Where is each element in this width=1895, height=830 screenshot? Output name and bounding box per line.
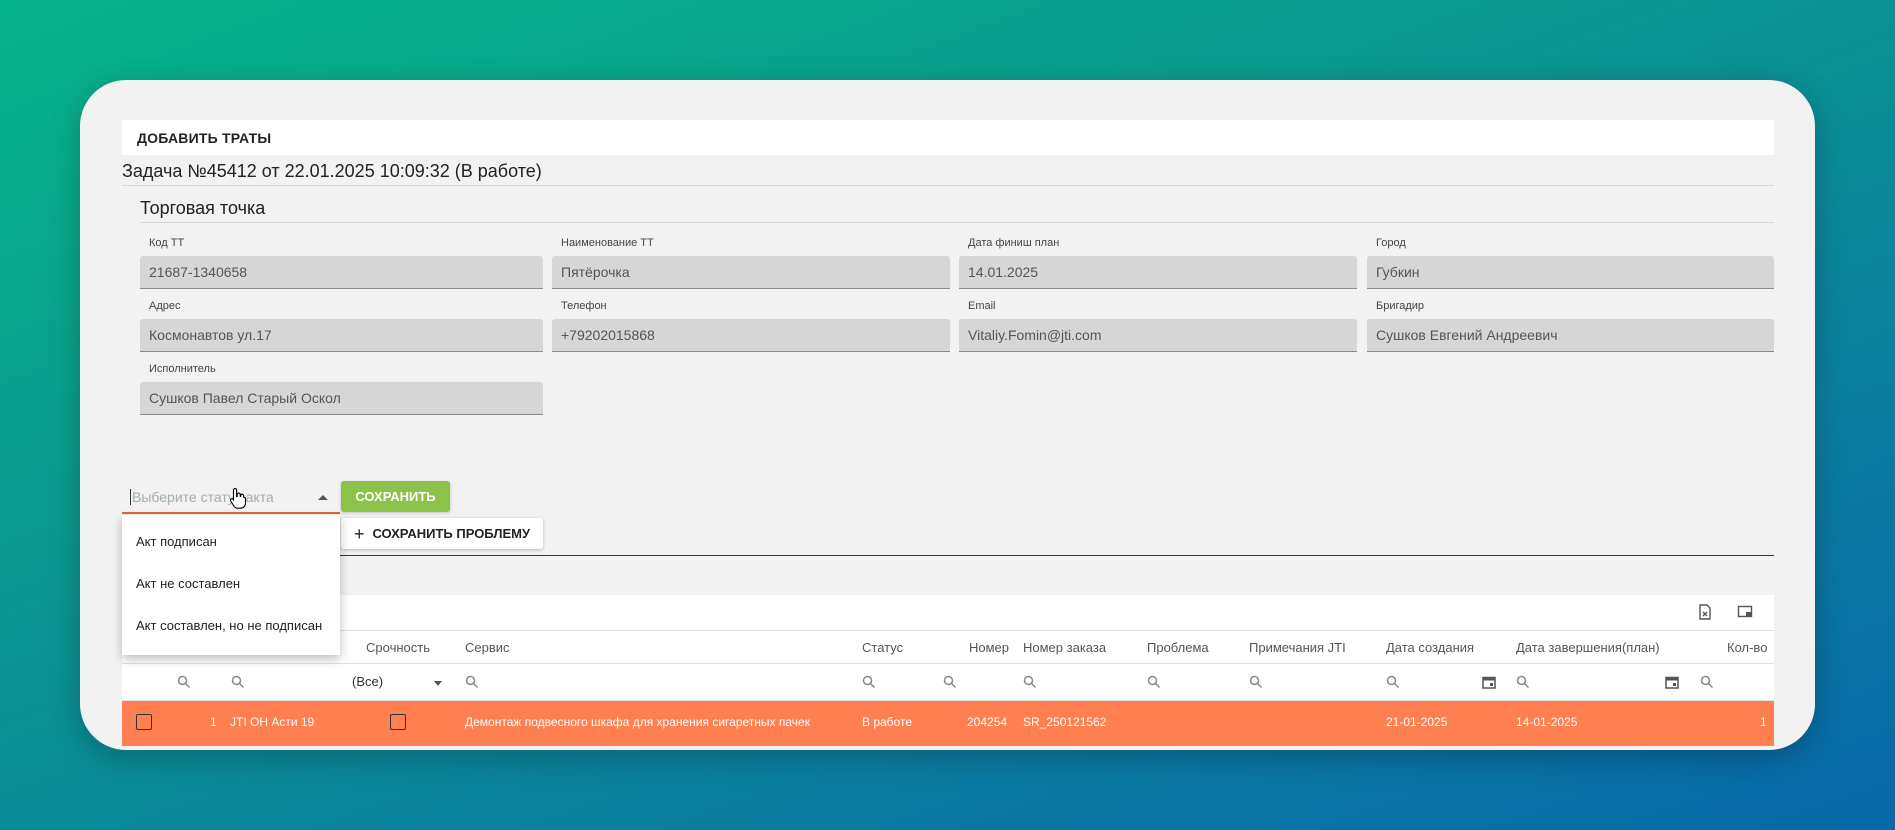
grid-filter-row: (Все) [122, 664, 1774, 701]
content-area: ДОБАВИТЬ ТРАТЫ Задача №45412 от 22.01.20… [122, 120, 1774, 746]
column-chooser-icon[interactable] [1737, 604, 1753, 620]
col-due-date[interactable]: Дата завершения(план) [1516, 640, 1660, 655]
save-problem-label: СОХРАНИТЬ ПРОБЛЕМУ [372, 526, 531, 541]
row-status: В работе [862, 715, 913, 729]
field-label: Бригадир [1376, 300, 1425, 312]
grid-header-row: Срочность Сервис Статус Номер Номер зака… [122, 630, 1774, 664]
field-label: Исполнитель [149, 363, 216, 375]
app-window: ДОБАВИТЬ ТРАТЫ Задача №45412 от 22.01.20… [80, 80, 1815, 750]
field-label: Email [968, 300, 996, 312]
add-expenses-button[interactable]: ДОБАВИТЬ ТРАТЫ [137, 130, 271, 146]
field-value[interactable]: Пятёрочка [552, 256, 950, 289]
col-created[interactable]: Дата создания [1386, 640, 1474, 655]
calendar-icon[interactable] [1665, 675, 1679, 689]
dropdown-option-not-drawn[interactable]: Акт не составлен [122, 563, 340, 605]
divider [122, 185, 1774, 186]
col-service[interactable]: Сервис [465, 640, 510, 655]
act-status-placeholder: Выберите статус акта [130, 489, 274, 505]
outlet-fields: Код ТТ 21687-1340658 Наименование ТТ Пят… [140, 223, 1774, 433]
save-button[interactable]: СОХРАНИТЬ [341, 481, 450, 512]
field-label: Телефон [561, 300, 607, 312]
search-icon[interactable] [1386, 675, 1400, 689]
field-value[interactable]: Космонавтов ул.17 [140, 319, 543, 352]
urgency-checkbox[interactable] [390, 714, 406, 730]
calendar-icon[interactable] [1482, 675, 1496, 689]
save-problem-button[interactable]: + СОХРАНИТЬ ПРОБЛЕМУ [341, 518, 543, 549]
row-due-date: 14-01-2025 [1516, 715, 1578, 729]
search-icon[interactable] [465, 675, 479, 689]
row-number: 204254 [967, 715, 1008, 729]
col-number[interactable]: Номер [969, 640, 1009, 655]
services-grid: Срочность Сервис Статус Номер Номер зака… [122, 595, 1774, 746]
col-problem[interactable]: Проблема [1147, 640, 1209, 655]
field-value[interactable]: 14.01.2025 [959, 256, 1357, 289]
search-icon[interactable] [943, 675, 957, 689]
field-value[interactable]: 21687-1340658 [140, 256, 543, 289]
field-label: Дата финиш план [968, 237, 1060, 249]
row-name: JTI ОН Асти 19 [230, 715, 315, 729]
table-row[interactable]: 1 JTI ОН Асти 19 Демонтаж подвесного шка… [122, 701, 1774, 746]
chevron-down-icon[interactable] [434, 681, 442, 686]
field-city: Город Губкин [1367, 237, 1774, 289]
col-status[interactable]: Статус [862, 640, 903, 655]
hand-cursor-icon [229, 487, 247, 509]
field-label: Адрес [149, 300, 181, 312]
field-value[interactable]: Vitaliy.Fomin@jti.com [959, 319, 1357, 352]
plus-icon: + [353, 523, 365, 544]
col-jti-notes[interactable]: Примечания JTI [1249, 640, 1346, 655]
caret-up-icon[interactable] [318, 495, 328, 500]
col-order-number[interactable]: Номер заказа [1023, 640, 1106, 655]
field-value[interactable]: +79202015868 [552, 319, 950, 352]
row-service: Демонтаж подвесного шкафа для хранения с… [465, 715, 810, 729]
field-foreman: Бригадир Сушков Евгений Андреевич [1367, 300, 1774, 352]
search-icon[interactable] [177, 675, 191, 689]
field-executor: Исполнитель Сушков Павел Старый Оскол [140, 363, 543, 415]
row-order-number: SR_250121562 [1023, 715, 1107, 729]
grid-toolbar [122, 595, 1774, 630]
search-icon[interactable] [1023, 675, 1037, 689]
top-toolbar: ДОБАВИТЬ ТРАТЫ [122, 120, 1774, 155]
dropdown-option-signed[interactable]: Акт подписан [122, 521, 340, 563]
act-status-dropdown: Акт подписан Акт не составлен Акт состав… [122, 515, 340, 655]
search-icon[interactable] [1147, 675, 1161, 689]
field-label: Наименование ТТ [561, 237, 654, 249]
field-label: Код ТТ [149, 237, 185, 249]
export-excel-icon[interactable] [1697, 604, 1713, 620]
col-quantity[interactable]: Кол-во [1727, 640, 1767, 655]
section-title: Торговая точка [140, 198, 266, 218]
field-outlet-code: Код ТТ 21687-1340658 [140, 237, 543, 289]
search-icon[interactable] [862, 675, 876, 689]
field-phone: Телефон +79202015868 [552, 300, 950, 352]
field-address: Адрес Космонавтов ул.17 [140, 300, 543, 352]
search-icon[interactable] [1700, 675, 1714, 689]
search-icon[interactable] [1249, 675, 1263, 689]
row-index: 1 [210, 715, 217, 729]
task-title: Задача №45412 от 22.01.2025 10:09:32 (В … [122, 161, 542, 181]
field-value[interactable]: Сушков Евгений Андреевич [1367, 319, 1774, 352]
field-value[interactable]: Губкин [1367, 256, 1774, 289]
dropdown-option-drawn-not-signed[interactable]: Акт составлен, но не подписан [122, 605, 340, 647]
field-email: Email Vitaliy.Fomin@jti.com [959, 300, 1357, 352]
row-quantity: 1 [1760, 715, 1767, 729]
field-outlet-name: Наименование ТТ Пятёрочка [552, 237, 950, 289]
search-icon[interactable] [1516, 675, 1530, 689]
field-value[interactable]: Сушков Павел Старый Оскол [140, 382, 543, 415]
field-finish-date: Дата финиш план 14.01.2025 [959, 237, 1357, 289]
search-icon[interactable] [231, 675, 245, 689]
field-label: Город [1376, 237, 1406, 249]
row-created: 21-01-2025 [1386, 715, 1448, 729]
divider [340, 555, 1774, 556]
urgency-filter-select[interactable]: (Все) [352, 674, 383, 689]
col-urgency[interactable]: Срочность [366, 640, 430, 655]
row-select-checkbox[interactable] [136, 714, 152, 730]
